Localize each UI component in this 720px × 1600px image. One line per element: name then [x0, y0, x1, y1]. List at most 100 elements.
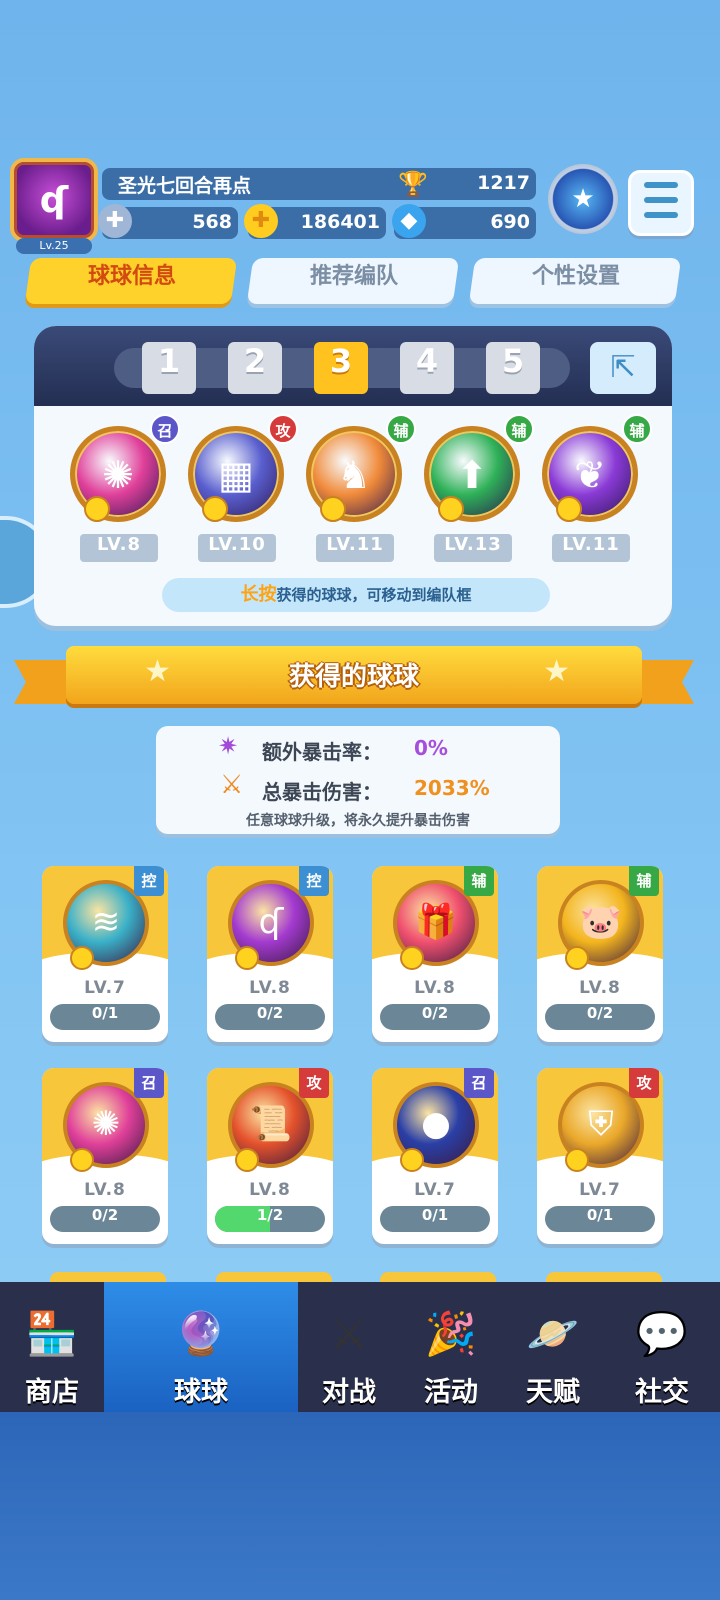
- coin-icon: [400, 1148, 424, 1172]
- crit-damage-icon: ⚔: [220, 770, 244, 800]
- ball-card-level: LV.8: [84, 1180, 126, 1200]
- ball-card-type-badge: 攻: [299, 1068, 329, 1098]
- q-rune-icon: ʠ: [258, 902, 284, 942]
- extra-crit-label: 额外暴击率：: [262, 740, 382, 764]
- crit-info-box: ✷ 额外暴击率： 0% ⚔ 总暴击伤害： 2033% 任意球球升级，将永久提升暴…: [156, 726, 560, 834]
- nav-planet[interactable]: 🪐 天赋: [502, 1282, 604, 1412]
- team-ball-type-badge: 辅: [386, 414, 416, 444]
- dark-orb-icon: ●: [421, 1104, 451, 1144]
- swirl-icon: ≋: [91, 902, 121, 942]
- team-slot-4[interactable]: 4: [400, 342, 454, 394]
- bottom-background: [0, 1412, 720, 1600]
- team-panel: 1 2 3 4 5 ⇱ ✺ 召 LV.8 ▦ 攻 LV.10 ♞ 辅 LV.11 ⬆ …: [34, 326, 672, 626]
- team-ball-level: LV.11: [316, 534, 394, 562]
- nav-label: 天赋: [526, 1377, 580, 1408]
- piggy-bank-icon: 🐷: [579, 902, 623, 942]
- share-icon[interactable]: ⇱: [590, 342, 656, 394]
- player-avatar[interactable]: ʠ: [10, 158, 98, 242]
- team-ball-level: LV.13: [434, 534, 512, 562]
- team-ball-type-badge: 辅: [504, 414, 534, 444]
- coin-icon: [400, 946, 424, 970]
- ball-card-progress: 0/1: [380, 1206, 490, 1232]
- nav-chat-heart[interactable]: 💬 社交: [604, 1282, 720, 1412]
- coin-count: 186401: [300, 211, 380, 233]
- coin-icon: [565, 1148, 589, 1172]
- tab-recommended-team[interactable]: 推荐编队: [246, 258, 460, 304]
- drag-hint: 长按获得的球球，可移动到编队框: [162, 578, 550, 612]
- ball-card[interactable]: ʠ 控 LV.8 0/2: [207, 866, 333, 1042]
- coin-icon: [438, 496, 464, 522]
- coin-icon: [84, 496, 110, 522]
- crit-rate-icon: ✷: [218, 732, 239, 760]
- silhouette-icon: ♞: [336, 453, 372, 497]
- crit-note: 任意球球升级，将永久提升暴击伤害: [246, 813, 470, 829]
- ball-card-progress-text: 0/2: [91, 1206, 119, 1224]
- ball-card[interactable]: ⛨ 攻 LV.7 0/1: [537, 1068, 663, 1244]
- team-slot-5[interactable]: 5: [486, 342, 540, 394]
- team-ball-level: LV.8: [80, 534, 158, 562]
- ball-card[interactable]: 🎁 辅 LV.8 0/2: [372, 866, 498, 1042]
- trophy-icon: 🏆: [398, 170, 428, 198]
- ball-card-type-badge: 辅: [464, 866, 494, 896]
- ball-card-progress-text: 0/1: [91, 1004, 119, 1022]
- stamina-count: 568: [192, 211, 232, 233]
- ball-card[interactable]: 📜 攻 LV.8 1/2: [207, 1068, 333, 1244]
- avatar-rune-icon: ʠ: [39, 180, 69, 221]
- team-slot-2[interactable]: 2: [228, 342, 282, 394]
- ball-card-progress: 0/2: [545, 1004, 655, 1030]
- ball-card-progress-text: 0/2: [586, 1004, 614, 1022]
- phoenix-icon: ✺: [102, 453, 134, 497]
- phoenix-icon: ✺: [91, 1104, 121, 1144]
- pixel-block-icon: ▦: [218, 453, 254, 497]
- nav-balls[interactable]: 🔮 球球: [104, 1282, 298, 1412]
- ball-card-type-badge: 控: [299, 866, 329, 896]
- menu-button[interactable]: [628, 170, 694, 236]
- team-ball-level: LV.10: [198, 534, 276, 562]
- ball-card-level: LV.7: [84, 978, 126, 998]
- trophy-count: 1217: [477, 172, 530, 194]
- nav-shop[interactable]: 🏪 商店: [0, 1282, 104, 1412]
- arrow-star-icon: ⬆: [456, 453, 488, 497]
- ball-card-progress: 0/2: [380, 1004, 490, 1030]
- team-slot-3[interactable]: 3: [314, 342, 368, 394]
- nav-label: 社交: [635, 1377, 689, 1408]
- nav-label: 商店: [25, 1377, 79, 1408]
- ball-card[interactable]: ● 召 LV.7 0/1: [372, 1068, 498, 1244]
- total-crit-label: 总暴击伤害：: [262, 780, 382, 804]
- ball-card[interactable]: 🐷 辅 LV.8 0/2: [537, 866, 663, 1042]
- coin-icon: [235, 1148, 259, 1172]
- ball-card[interactable]: ≋ 控 LV.7 0/1: [42, 866, 168, 1042]
- balls-icon: 🔮: [174, 1309, 228, 1358]
- ball-card-progress: 0/2: [50, 1206, 160, 1232]
- ball-card-progress: 1/2: [215, 1206, 325, 1232]
- scroll-icon: 📜: [249, 1104, 293, 1144]
- ball-card-progress: 0/2: [215, 1004, 325, 1030]
- nav-crossed-swords[interactable]: ⚔ 对战: [298, 1282, 400, 1412]
- tab-ball-info[interactable]: 球球信息: [24, 258, 238, 304]
- ball-card-progress-text: 1/2: [256, 1206, 284, 1224]
- rank-medal-icon[interactable]: ★: [548, 164, 618, 234]
- coin-icon: [70, 1148, 94, 1172]
- coin-icon: [556, 496, 582, 522]
- leaf-icon: ❦: [574, 453, 606, 497]
- team-ball-type-badge: 辅: [622, 414, 652, 444]
- team-slot-1[interactable]: 1: [142, 342, 196, 394]
- stamina-add-icon[interactable]: ✚: [98, 204, 132, 238]
- player-name: 圣光七回合再点: [118, 175, 252, 197]
- party-popper-icon: 🎉: [424, 1309, 478, 1358]
- ball-card-progress: 0/1: [50, 1004, 160, 1030]
- ball-card-level: LV.7: [414, 1180, 456, 1200]
- team-ball-type-badge: 攻: [268, 414, 298, 444]
- planet-icon: 🪐: [526, 1309, 580, 1358]
- ball-card-progress: 0/1: [545, 1206, 655, 1232]
- gem-add-icon[interactable]: ◆: [392, 204, 426, 238]
- nav-party-popper[interactable]: 🎉 活动: [400, 1282, 502, 1412]
- ball-card-progress-text: 0/1: [421, 1206, 449, 1224]
- gift-icon: 🎁: [414, 902, 458, 942]
- tab-personal-settings[interactable]: 个性设置: [468, 258, 682, 304]
- coin-add-icon[interactable]: ✚: [244, 204, 278, 238]
- ball-card[interactable]: ✺ 召 LV.8 0/2: [42, 1068, 168, 1244]
- section-ribbon: ★ ★ 获得的球球: [14, 646, 694, 710]
- coin-icon: [70, 946, 94, 970]
- total-crit-value: 2033%: [414, 776, 490, 800]
